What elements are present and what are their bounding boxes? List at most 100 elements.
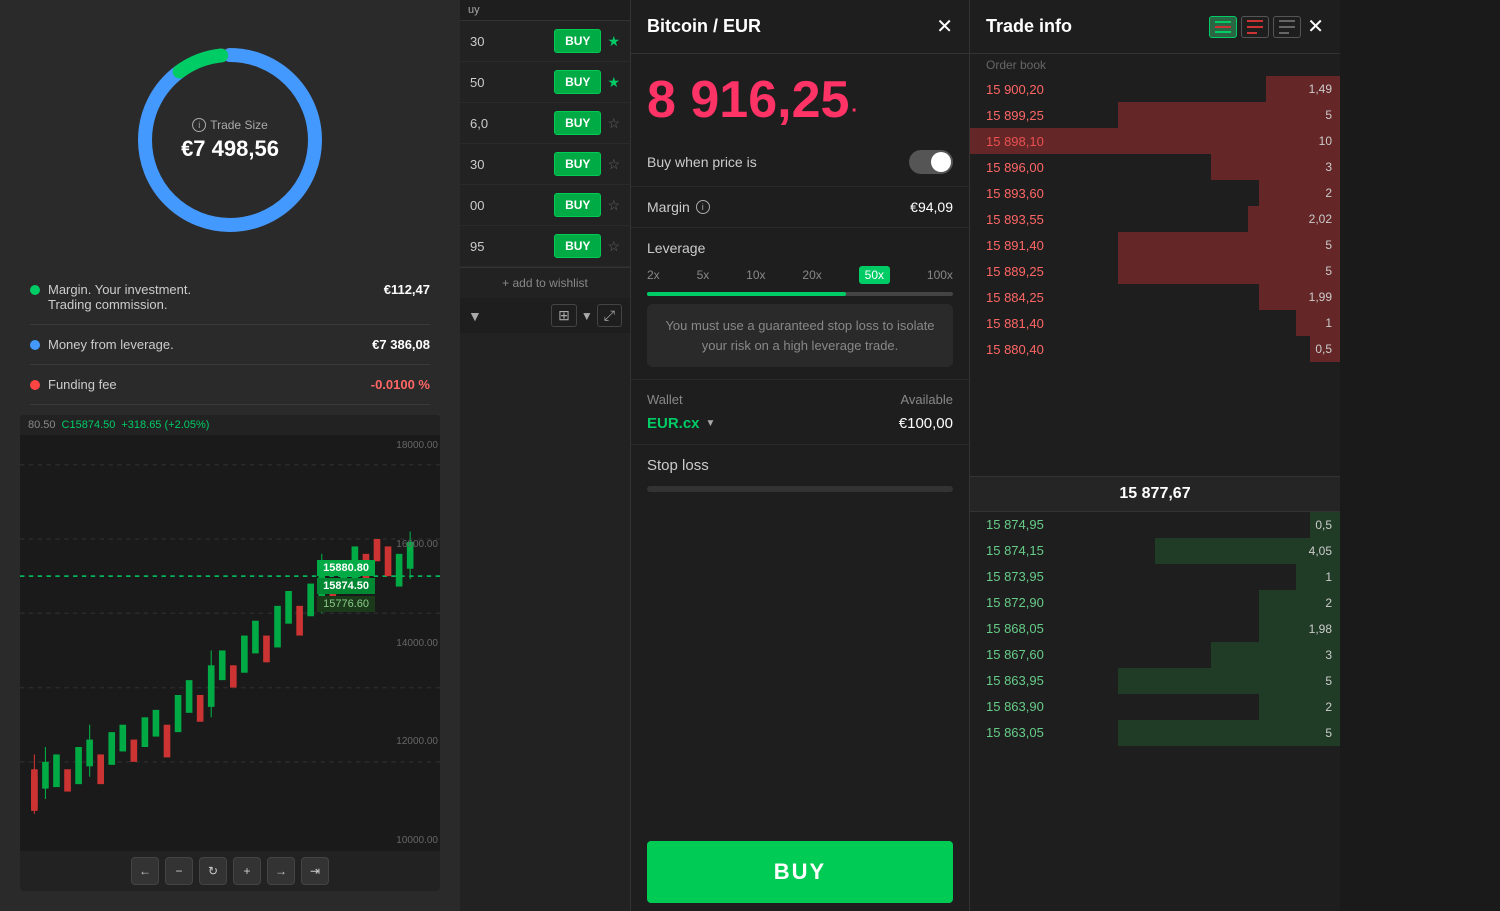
price-overlay-3[interactable]: 15776.60 [317,596,375,612]
star-empty-5[interactable]: ☆ [607,197,620,214]
ask-qty-4: 2 [1325,186,1332,200]
star-filled-1[interactable]: ★ [607,33,620,50]
legend-leverage-text: Money from leverage. [48,337,174,352]
ask-price-9: 15 881,40 [986,316,1076,331]
chart-price-label-3: 14000.00 [377,638,438,649]
bid-qty-0: 0,5 [1315,518,1332,532]
buy-button-6[interactable]: BUY [554,234,601,258]
bid-price-8: 15 863,05 [986,725,1076,740]
bitcoin-panel-close[interactable]: ✕ [936,14,953,39]
margin-info-icon[interactable]: i [696,200,710,214]
ask-qty-10: 0,5 [1315,342,1332,356]
ask-price-5: 15 893,55 [986,212,1076,227]
leverage-fill [647,292,846,296]
wallet-dropdown-arrow: ▼ [706,418,716,429]
info-icon[interactable]: i [192,118,206,132]
price-overlay-2[interactable]: 15874.50 [317,578,375,594]
bid-price-1: 15 874,15 [986,543,1076,558]
chart-change: +318.65 (+2.05%) [121,419,209,431]
ask-bar-3 [1211,154,1341,180]
bid-qty-8: 5 [1325,726,1332,740]
ask-bar-1 [1118,102,1340,128]
buy-button-1[interactable]: BUY [554,29,601,53]
ask-qty-0: 1,49 [1309,82,1332,96]
buy-action-button[interactable]: BUY [647,841,953,903]
bid-row-7: 15 863,90 2 [970,694,1340,720]
order-book-controls [1209,16,1301,38]
ob-ctrl-both[interactable] [1209,16,1237,38]
buy-button-3[interactable]: BUY [554,111,601,135]
legend-item-leverage: Money from leverage. €7 386,08 [30,325,430,365]
ob-icon-asks [1247,20,1263,34]
chart-end-button[interactable]: ⇥ [301,857,329,885]
dot-red [30,380,40,390]
chart-top-bar: 80.50 C15874.50 +318.65 (+2.05%) [20,415,440,435]
leverage-100x[interactable]: 100x [927,268,953,282]
ask-price-4: 15 893,60 [986,186,1076,201]
chart-zoom-in-button[interactable]: + [233,857,261,885]
chart-zoom-out-button[interactable]: − [165,857,193,885]
wallet-header: Wallet Available [647,392,953,407]
layers-btn[interactable]: ⊞ [551,304,577,327]
chart-price-label-5: 10000.00 [377,835,438,846]
buy-price-1: 30 [470,34,548,49]
price-overlay-1[interactable]: 15880.80 [317,560,375,576]
leverage-20x[interactable]: 20x [802,268,821,282]
ob-ctrl-bids[interactable] [1273,16,1301,38]
star-empty-3[interactable]: ☆ [607,115,620,132]
ask-price-3: 15 896,00 [986,160,1076,175]
star-empty-6[interactable]: ☆ [607,238,620,255]
leverage-5x[interactable]: 5x [697,268,710,282]
bid-price-3: 15 872,90 [986,595,1076,610]
chart-price: C15874.50 [62,419,116,431]
chart-reset-button[interactable]: ↻ [199,857,227,885]
available-label: Available [900,392,953,407]
trade-size-amount: €7 498,56 [181,136,279,162]
buy-price-2: 50 [470,75,548,90]
order-book-label: Order book [986,58,1046,72]
buy-price-6: 95 [470,239,548,254]
bid-qty-1: 4,05 [1309,544,1332,558]
buy-price-5: 00 [470,198,548,213]
leverage-2x[interactable]: 2x [647,268,660,282]
margin-label-text: Margin [647,199,690,215]
leverage-track[interactable] [647,292,953,296]
ob-icon-bids [1279,20,1295,34]
star-empty-4[interactable]: ☆ [607,156,620,173]
legend: Margin. Your investment.Trading commissi… [20,270,440,405]
ask-row-5: 15 893,55 2,02 [970,206,1340,232]
dropdown-btn[interactable]: ▼ [468,308,482,324]
buy-when-toggle[interactable] [909,150,953,174]
bid-qty-7: 2 [1325,700,1332,714]
fullscreen-btn[interactable]: ⤢ [597,304,622,327]
bid-qty-3: 2 [1325,596,1332,610]
star-filled-2[interactable]: ★ [607,74,620,91]
buy-button-2[interactable]: BUY [554,70,601,94]
legend-leverage-value: €7 386,08 [372,337,430,352]
buy-list-controls: ▼ ⊞ ▼ ⤢ [460,298,630,333]
legend-margin-value: €112,47 [384,282,430,297]
ask-bar-9 [1296,310,1340,336]
ask-price-8: 15 884,25 [986,290,1076,305]
ob-ctrl-asks[interactable] [1241,16,1269,38]
leverage-options: 2x 5x 10x 20x 50x 100x [647,266,953,284]
legend-item-margin: Margin. Your investment.Trading commissi… [30,270,430,325]
chart-forward-button[interactable]: → [267,857,295,885]
ask-row-8: 15 884,25 1,99 [970,284,1340,310]
buy-button-4[interactable]: BUY [554,152,601,176]
layers-dropdown-btn[interactable]: ▼ [581,309,593,323]
trade-info-close[interactable]: ✕ [1307,14,1324,39]
wallet-currency[interactable]: EUR.cx ▼ [647,415,715,432]
bid-row-6: 15 863,95 5 [970,668,1340,694]
chart-back-button[interactable]: ← [131,857,159,885]
leverage-50x[interactable]: 50x [859,266,890,284]
chart-ticker: 80.50 [28,419,56,431]
stop-loss-bar[interactable] [647,486,953,492]
bid-row-0: 15 874,95 0,5 [970,512,1340,538]
buy-button-5[interactable]: BUY [554,193,601,217]
add-to-wishlist[interactable]: + add to wishlist [460,267,630,298]
bid-row-5: 15 867,60 3 [970,642,1340,668]
ask-price-0: 15 900,20 [986,82,1076,97]
bid-bar-8 [1118,720,1340,746]
leverage-10x[interactable]: 10x [746,268,765,282]
